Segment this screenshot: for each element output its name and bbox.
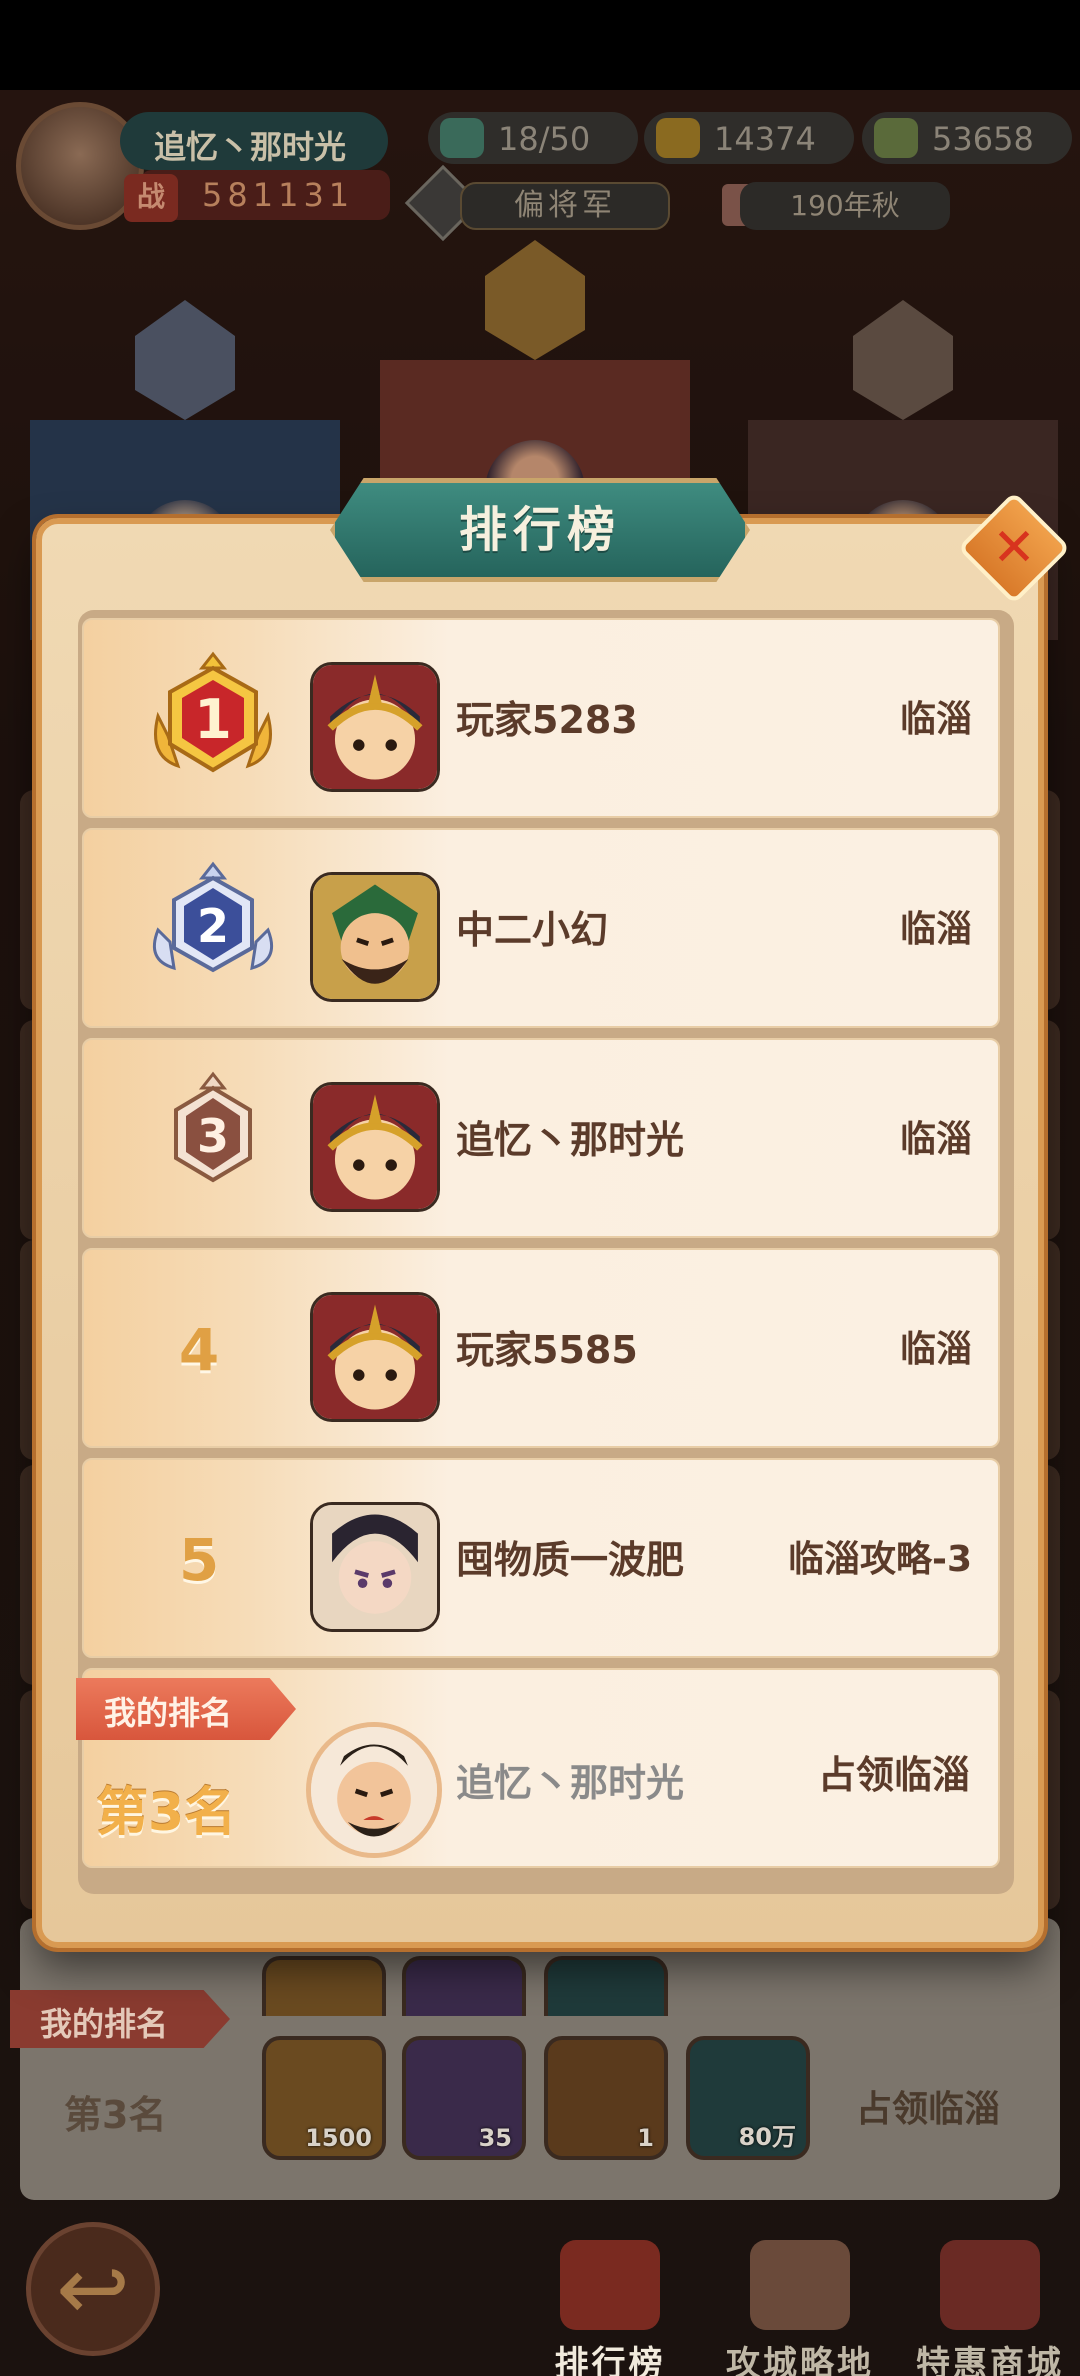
ranking-row: 4 玩家5585 临淄 [82, 1248, 1000, 1448]
resource-gold[interactable]: 14374 [644, 112, 854, 164]
tab-shop[interactable]: 特惠商城 [900, 2240, 1080, 2376]
player-name: 追忆丶那时光 [456, 1118, 685, 1162]
player-name: 玩家5283 [456, 698, 638, 742]
tab-siege[interactable]: 攻城略地 [710, 2240, 890, 2376]
copper-coin-icon[interactable]: 80万 [686, 2036, 810, 2160]
bottom-my-rank: 第3名 [64, 2093, 167, 2137]
tab-ranking-label: 排行榜 [554, 2344, 666, 2376]
reward-amount: 1 [637, 2124, 654, 2152]
helmet-avatar[interactable] [310, 662, 440, 792]
shop-icon [940, 2240, 1040, 2330]
siege-map-icon [750, 2240, 850, 2330]
rank-number: 4 [178, 1316, 220, 1384]
bottom-status: 占领临淄 [856, 2089, 1001, 2130]
gold-ingot-icon[interactable]: 1500 [262, 2036, 386, 2160]
reward-amount: 80万 [738, 2123, 796, 2151]
my-status: 占领临淄 [817, 1753, 970, 1797]
my-rank-text: 第3名 [96, 1783, 237, 1843]
gold-value: 14374 [714, 120, 816, 158]
my-name: 追忆丶那时光 [456, 1761, 685, 1805]
ranking-row: 3 追忆丶那时光 临淄 [82, 1038, 1000, 1238]
resource-stamina[interactable]: 18/50 [428, 112, 638, 164]
reward-preview [402, 1956, 526, 2016]
svg-text:1: 1 [194, 688, 232, 751]
helmet-avatar[interactable] [310, 1082, 440, 1212]
close-icon[interactable]: ✕ [974, 508, 1054, 588]
reward-preview [544, 1956, 668, 2016]
helmet-avatar[interactable] [310, 1292, 440, 1422]
stamina-icon [440, 118, 484, 158]
ranking-row: 1 玩家5283 临淄 [82, 618, 1000, 818]
back-button[interactable]: ↩ [26, 2222, 160, 2356]
player-name: 追忆丶那时光 [120, 112, 388, 170]
back-arrow-icon: ↩ [56, 2237, 130, 2340]
general-avatar[interactable] [310, 872, 440, 1002]
rank-title: 偏将军 [460, 182, 670, 230]
player-name: 中二小幻 [456, 908, 609, 952]
my-rank-tag: 我的排名 [76, 1678, 296, 1740]
reward-amount: 1500 [305, 2124, 372, 2152]
player-city: 临淄攻略-3 [788, 1539, 972, 1580]
svg-text:2: 2 [197, 899, 229, 953]
svg-text:3: 3 [197, 1109, 229, 1163]
coin-value: 53658 [932, 120, 1034, 158]
reward-preview [262, 1956, 386, 2016]
reward-panel [20, 1918, 1060, 2200]
player-name: 囤物质一波肥 [456, 1538, 685, 1582]
ranking-row: 5 囤物质一波肥 临淄攻略-3 [82, 1458, 1000, 1658]
player-city: 临淄 [899, 1119, 972, 1160]
stamina-value: 18/50 [498, 120, 591, 158]
strategist-avatar[interactable] [310, 1502, 440, 1632]
copper-coin-icon [874, 118, 918, 158]
gold-ingot-icon [656, 118, 700, 158]
ranking-row: 2 中二小幻 临淄 [82, 828, 1000, 1028]
bottom-my-rank-tag: 我的排名 [10, 1990, 230, 2048]
reward-amount: 35 [478, 2124, 512, 2152]
dialog-title: 排行榜 [458, 502, 621, 558]
tab-siege-label: 攻城略地 [726, 2344, 874, 2376]
bronze-medal-icon: 3 [138, 1066, 288, 1216]
player-name: 玩家5585 [456, 1328, 638, 1372]
gold-medal-icon: 1 [138, 646, 288, 796]
silver-medal-icon: 2 [138, 856, 288, 1006]
player-city: 临淄 [899, 1329, 972, 1370]
power-icon: 战 [124, 174, 178, 222]
player-city: 临淄 [899, 699, 972, 740]
tab-shop-label: 特惠商城 [916, 2344, 1064, 2376]
my-avatar[interactable] [306, 1722, 442, 1858]
purple-chest-icon[interactable]: 35 [402, 2036, 526, 2160]
bronze-chest-icon[interactable]: 1 [544, 2036, 668, 2160]
tab-ranking[interactable]: 排行榜 [520, 2240, 700, 2376]
season-label: 190年秋 [740, 182, 950, 230]
rank-number: 5 [178, 1526, 220, 1594]
ranking-icon [560, 2240, 660, 2330]
player-city: 临淄 [899, 909, 972, 950]
resource-coin[interactable]: 53658 [862, 112, 1072, 164]
